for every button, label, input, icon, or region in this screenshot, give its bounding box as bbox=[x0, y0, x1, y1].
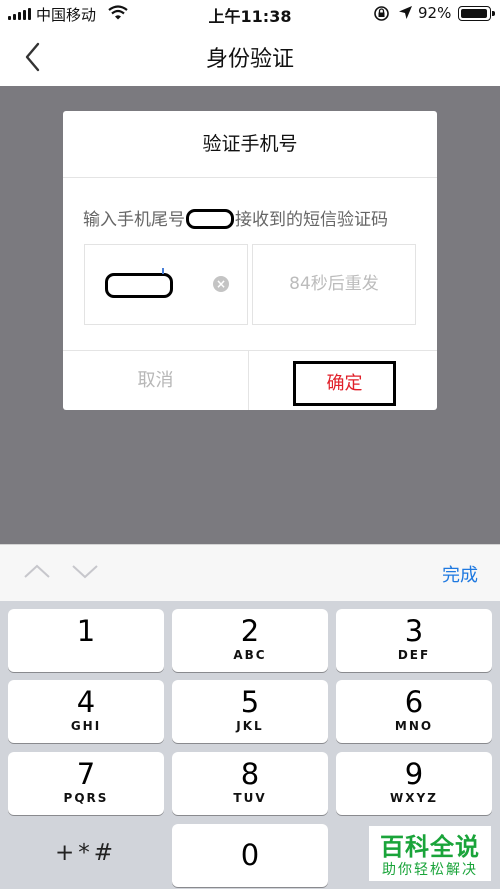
confirm-button[interactable]: 确定 bbox=[293, 361, 396, 406]
key-8[interactable]: 8 TUV bbox=[172, 752, 328, 815]
redacted-code-value bbox=[105, 273, 173, 298]
key-0[interactable]: 0 bbox=[172, 824, 328, 887]
key-9[interactable]: 9 WXYZ bbox=[336, 752, 492, 815]
nav-bar: 身份验证 bbox=[0, 28, 500, 86]
watermark-logo: 百科全说 助你轻松解决 bbox=[369, 826, 491, 881]
battery-icon bbox=[458, 6, 495, 21]
dialog-actions: 取消 确定 bbox=[63, 350, 437, 410]
key-3[interactable]: 3 DEF bbox=[336, 609, 492, 672]
location-arrow-icon bbox=[399, 6, 412, 19]
dialog-description: 输入手机尾号 接收到的短信验证码 bbox=[83, 205, 388, 230]
verify-phone-dialog: 验证手机号 输入手机尾号 接收到的短信验证码 × 84秒后重发 取消 确定 bbox=[63, 111, 437, 410]
desc-prefix: 输入手机尾号 bbox=[83, 210, 185, 230]
rotation-lock-icon bbox=[374, 6, 389, 21]
key-2[interactable]: 2 ABC bbox=[172, 609, 328, 672]
chevron-down-icon[interactable] bbox=[70, 561, 100, 581]
resend-button[interactable]: 84秒后重发 bbox=[252, 244, 416, 325]
done-button[interactable]: 完成 bbox=[442, 561, 478, 587]
watermark-title: 百科全说 bbox=[380, 833, 480, 861]
text-caret bbox=[162, 268, 164, 274]
key-6[interactable]: 6 MNO bbox=[336, 680, 492, 743]
key-7[interactable]: 7 PQRS bbox=[8, 752, 164, 815]
key-1[interactable]: 1 bbox=[8, 609, 164, 672]
watermark-subtitle: 助你轻松解决 bbox=[382, 862, 478, 878]
redaction-mark bbox=[186, 209, 234, 229]
key-5[interactable]: 5 JKL bbox=[172, 680, 328, 743]
page-title: 身份验证 bbox=[205, 47, 294, 72]
chevron-up-icon[interactable] bbox=[22, 561, 52, 581]
desc-suffix: 接收到的短信验证码 bbox=[235, 210, 388, 230]
status-bar: 中国移动 上午11:38 92% bbox=[0, 0, 500, 28]
sms-code-input[interactable]: × bbox=[84, 244, 248, 325]
battery-percentage: 92% bbox=[418, 4, 452, 22]
cancel-button[interactable]: 取消 bbox=[63, 351, 249, 410]
key-symbols[interactable]: +*# bbox=[8, 825, 164, 888]
keyboard-toolbar: 完成 bbox=[0, 544, 500, 601]
clear-icon[interactable]: × bbox=[213, 276, 229, 292]
key-4[interactable]: 4 GHI bbox=[8, 680, 164, 743]
dialog-title: 验证手机号 bbox=[63, 111, 437, 178]
